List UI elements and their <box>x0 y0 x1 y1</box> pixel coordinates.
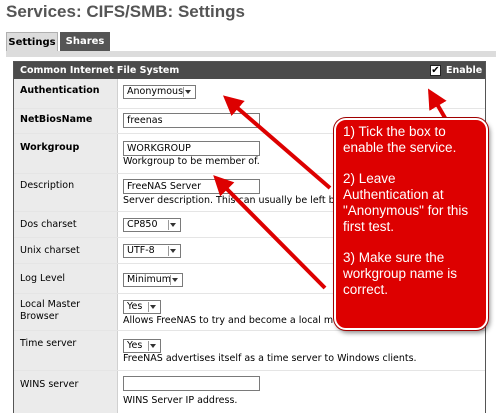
annotation-callout: 1) Tick the box to enable the service. 2… <box>334 118 488 330</box>
unix-charset-value: UTF-8 <box>127 245 155 256</box>
panel-header: Common Internet File System ✔ Enable <box>14 62 485 79</box>
description-label: Description <box>14 174 118 211</box>
time-server-label: Time server <box>14 331 118 370</box>
callout-step-1: 1) Tick the box to enable the service. <box>343 124 457 155</box>
callout-step-2: 2) Leave Authentication at "Anonymous" f… <box>343 171 469 234</box>
wins-server-description: WINS Server IP address. <box>123 395 238 406</box>
workgroup-input[interactable]: WORKGROUP <box>123 141 260 156</box>
row-authentication: Authentication Anonymous <box>14 79 485 109</box>
chevron-down-icon <box>170 275 180 285</box>
authentication-select[interactable]: Anonymous <box>123 85 196 99</box>
page-title: Services: CIFS/SMB: Settings <box>6 2 246 21</box>
authentication-value: Anonymous <box>127 86 184 97</box>
local-master-select[interactable]: Yes <box>123 300 161 314</box>
chevron-down-icon <box>183 87 193 97</box>
netbiosname-input[interactable]: freenas <box>123 113 260 128</box>
chevron-down-icon <box>148 341 158 351</box>
log-level-label: Log Level <box>14 264 118 293</box>
dos-charset-value: CP850 <box>127 219 158 230</box>
wins-server-label: WINS server <box>14 371 118 413</box>
enable-checkbox[interactable]: ✔ <box>430 65 441 76</box>
log-level-value: Minimum <box>127 274 172 285</box>
time-server-value: Yes <box>127 340 143 351</box>
time-server-select[interactable]: Yes <box>123 339 161 353</box>
time-server-description: FreeNAS advertises itself as a time serv… <box>123 353 417 364</box>
log-level-select[interactable]: Minimum <box>123 273 183 287</box>
tab-shares[interactable]: Shares <box>60 32 110 52</box>
workgroup-description: Workgroup to be member of. <box>123 156 260 167</box>
authentication-label: Authentication <box>14 79 118 108</box>
local-master-label: Local Master Browser <box>14 294 118 330</box>
panel-header-title: Common Internet File System <box>20 65 180 76</box>
dos-charset-select[interactable]: CP850 <box>123 218 181 232</box>
netbiosname-label: NetBiosName <box>14 109 118 133</box>
callout-step-3: 3) Make sure the workgroup name is corre… <box>343 250 458 297</box>
chevron-down-icon <box>168 246 178 256</box>
wins-server-input[interactable] <box>123 376 260 391</box>
description-input[interactable]: FreeNAS Server <box>123 179 260 194</box>
row-wins-server: WINS server WINS Server IP address. <box>14 371 485 413</box>
tab-settings[interactable]: Settings <box>6 32 58 52</box>
enable-label: Enable <box>446 65 483 76</box>
workgroup-label: Workgroup <box>14 134 118 173</box>
unix-charset-label: Unix charset <box>14 238 118 263</box>
row-time-server: Time server Yes FreeNAS advertises itsel… <box>14 331 485 371</box>
description-help: Server description. This can usually be … <box>123 195 358 206</box>
chevron-down-icon <box>168 220 178 230</box>
unix-charset-select[interactable]: UTF-8 <box>123 244 181 258</box>
dos-charset-label: Dos charset <box>14 212 118 237</box>
tab-underline <box>6 51 496 57</box>
local-master-value: Yes <box>127 301 143 312</box>
chevron-down-icon <box>148 302 158 312</box>
